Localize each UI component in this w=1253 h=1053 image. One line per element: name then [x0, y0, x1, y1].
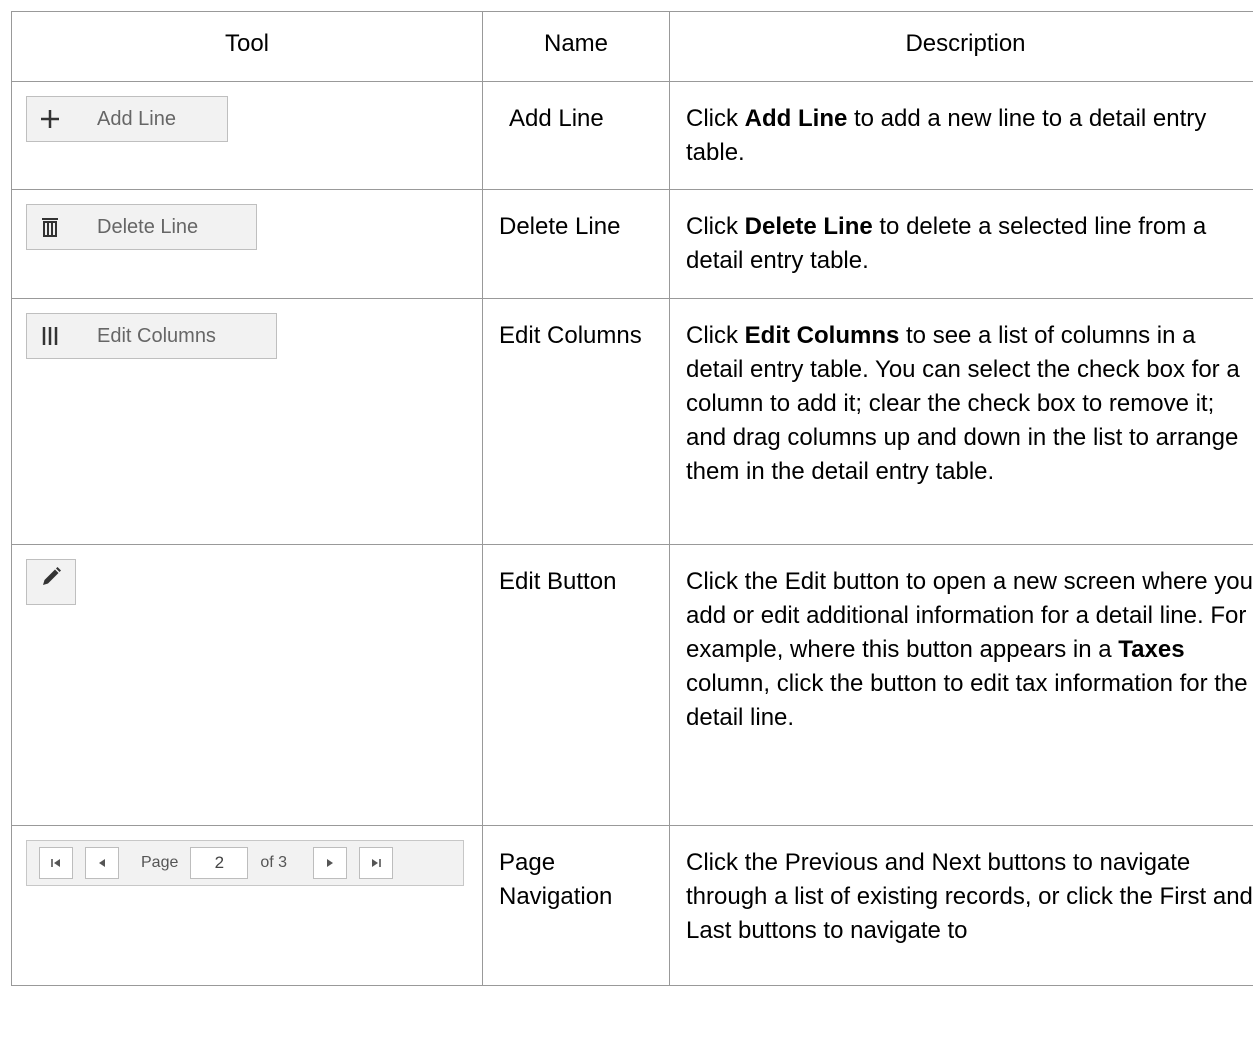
row-name: Edit Button	[482, 544, 670, 826]
first-page-icon	[51, 859, 60, 867]
edit-button[interactable]	[26, 559, 76, 605]
row-description: Click Delete Line to delete a selected l…	[669, 189, 1253, 299]
table-row: Edit Columns Edit Columns Click Edit Col…	[11, 298, 1253, 545]
table-row: Edit Button Click the Edit button to ope…	[11, 544, 1253, 826]
next-page-button[interactable]	[313, 847, 348, 879]
table-row: Add Line Add Line Click Add Line to add …	[11, 81, 1253, 190]
pencil-icon	[39, 565, 63, 600]
page-navigation: Page 2 of 3	[26, 840, 464, 886]
row-description: Click the Previous and Next buttons to n…	[669, 825, 1253, 986]
header-tool: Tool	[11, 11, 483, 82]
plus-icon	[27, 108, 73, 130]
last-page-button[interactable]	[359, 847, 394, 879]
table-row: Delete Line Delete Line Click Delete Lin…	[11, 189, 1253, 299]
columns-icon	[27, 325, 73, 347]
page-number-input[interactable]: 2	[190, 847, 249, 879]
row-name: Page Navigation	[482, 825, 670, 986]
delete-line-button[interactable]: Delete Line	[26, 204, 257, 250]
tools-table: Tool Name Description Add Line Add Line …	[11, 11, 1253, 986]
row-description: Click the Edit button to open a new scre…	[669, 544, 1253, 826]
previous-page-button[interactable]	[85, 847, 119, 879]
delete-line-button-label: Delete Line	[97, 216, 199, 238]
header-description: Description	[669, 11, 1253, 82]
row-description: Click Add Line to add a new line to a de…	[669, 81, 1253, 190]
row-name: Add Line	[482, 81, 670, 190]
header-name: Name	[482, 11, 670, 82]
edit-columns-button-label: Edit Columns	[97, 325, 216, 347]
page-label: Page	[141, 854, 179, 871]
row-name: Edit Columns	[482, 298, 670, 545]
first-page-button[interactable]	[39, 847, 73, 879]
edit-columns-button[interactable]: Edit Columns	[26, 313, 277, 359]
header-row: Tool Name Description	[11, 11, 1253, 82]
last-page-icon	[372, 859, 381, 867]
page-count-label: of 3	[260, 854, 288, 871]
next-page-icon	[327, 859, 334, 867]
table-row: Page 2 of 3 Page Navigation Click the Pr…	[11, 825, 1253, 986]
row-name: Delete Line	[482, 189, 670, 299]
previous-page-icon	[99, 859, 105, 867]
add-line-button[interactable]: Add Line	[26, 96, 228, 142]
row-description: Click Edit Columns to see a list of colu…	[669, 298, 1253, 545]
trash-icon	[27, 216, 73, 238]
add-line-button-label: Add Line	[97, 108, 176, 130]
